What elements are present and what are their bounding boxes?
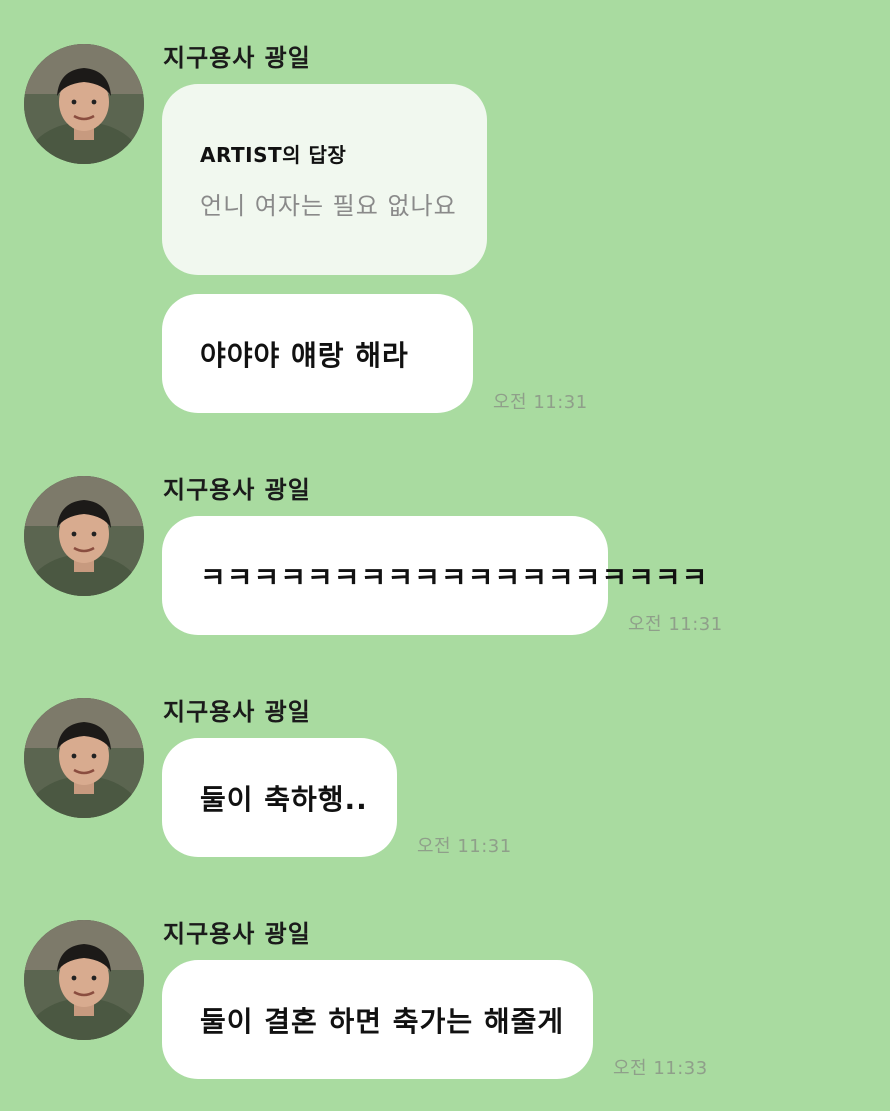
- message-group: 지구용사 광일 둘이 결혼 하면 축가는 해줄게 오전 11:33: [0, 0, 890, 1100]
- message-text: 둘이 결혼 하면 축가는 해줄게: [200, 1004, 565, 1038]
- avatar-photo-icon: [24, 920, 144, 1040]
- avatar[interactable]: [24, 920, 144, 1040]
- message-bubble[interactable]: 둘이 결혼 하면 축가는 해줄게: [162, 960, 593, 1079]
- chat-view: 지구용사 광일 ARTIST의 답장 언니 여자는 필요 없나요 야야야 얘랑 …: [0, 0, 890, 1111]
- message-timestamp: 오전 11:33: [613, 1058, 708, 1079]
- sender-name: 지구용사 광일: [163, 920, 311, 948]
